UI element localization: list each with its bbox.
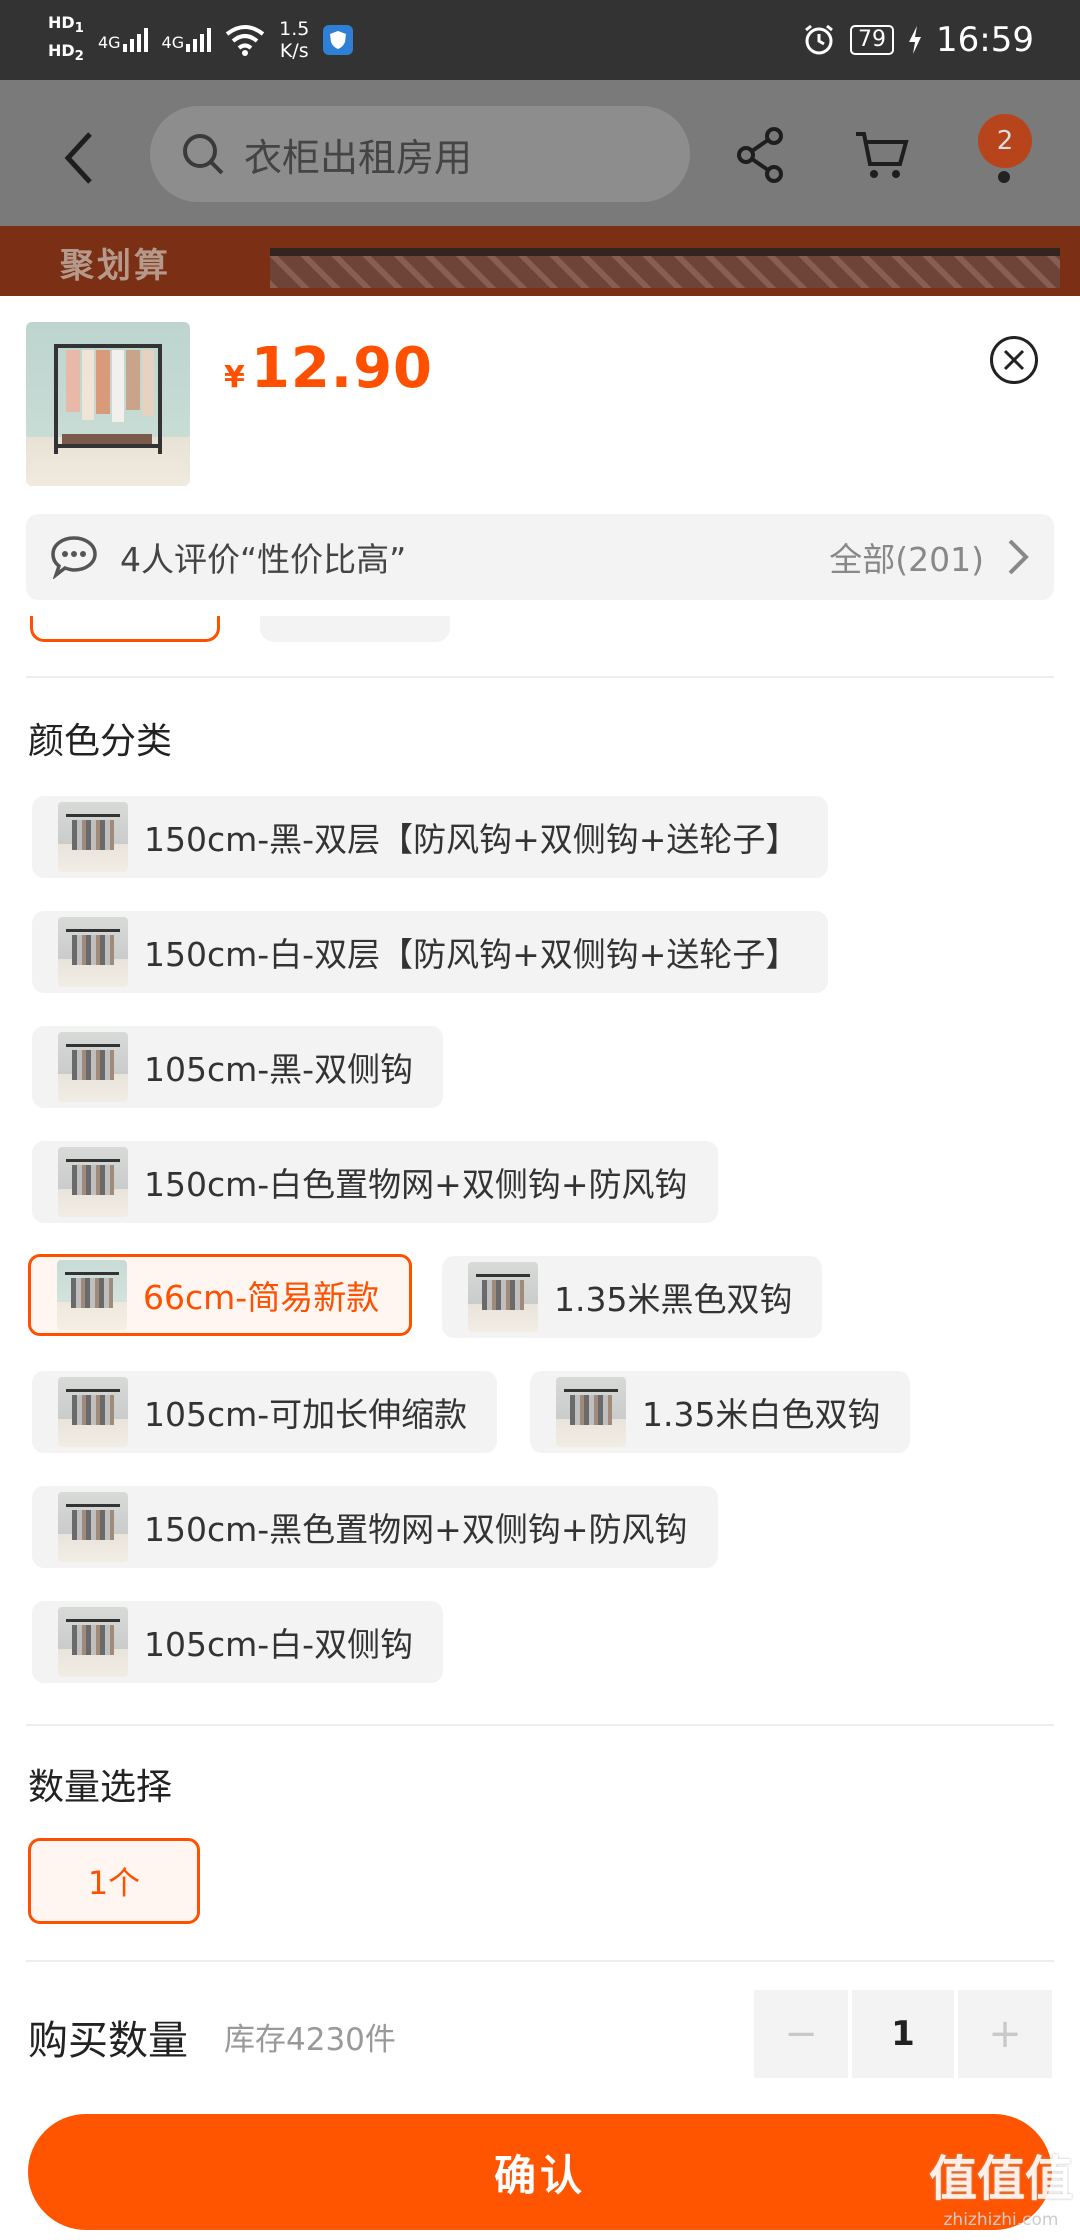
option-label: 105cm-黑-双侧钩 xyxy=(144,1050,414,1089)
color-option[interactable]: 150cm-黑色置物网+双侧钩+防风钩 xyxy=(32,1486,718,1568)
cut-off-option xyxy=(30,616,220,642)
status-bar: HD1 HD2 4G 4G 1.5 K/s 79 16:59 xyxy=(0,0,1080,80)
option-label: 105cm-可加长伸缩款 xyxy=(144,1395,468,1434)
quantity-value[interactable]: 1 xyxy=(852,1990,954,2078)
option-label: 150cm-白色置物网+双侧钩+防风钩 xyxy=(144,1165,688,1204)
option-thumbnail xyxy=(58,1607,128,1677)
review-summary-bar[interactable]: 4人评价“性价比高” 全部(201) xyxy=(26,514,1054,600)
decrement-button[interactable]: − xyxy=(754,1990,848,2078)
hd-indicator: HD1 HD2 xyxy=(48,12,84,65)
divider xyxy=(26,1960,1054,1962)
option-label: 150cm-白-双层【防风钩+双侧钩+送轮子】 xyxy=(144,935,799,974)
watermark-logo: 值值值 xyxy=(928,2151,1073,2207)
battery-icon: 79 xyxy=(850,25,895,55)
divider xyxy=(26,1724,1054,1726)
color-option[interactable]: 105cm-黑-双侧钩 xyxy=(32,1026,444,1108)
network-speed: 1.5 K/s xyxy=(279,18,310,62)
review-all-link[interactable]: 全部(201) xyxy=(829,533,984,581)
confirm-button[interactable]: 确认 xyxy=(28,2114,1052,2230)
option-thumbnail xyxy=(57,1260,127,1330)
color-option[interactable]: 105cm-可加长伸缩款 xyxy=(32,1371,498,1453)
quantity-option-selected[interactable]: 1个 xyxy=(28,1838,200,1924)
option-label: 105cm-白-双侧钩 xyxy=(144,1625,414,1664)
shield-icon xyxy=(323,25,354,55)
alarm-icon xyxy=(805,24,833,55)
comment-icon xyxy=(51,536,97,579)
divider xyxy=(26,676,1054,678)
increment-button[interactable]: + xyxy=(958,1990,1052,2078)
option-label: 1.35米白色双钩 xyxy=(642,1395,881,1434)
cart-icon[interactable] xyxy=(854,126,910,182)
chevron-right-icon xyxy=(1008,539,1029,575)
search-icon xyxy=(183,134,224,175)
share-icon[interactable] xyxy=(736,126,786,184)
watermark-url: zhizhizhi.com xyxy=(943,2210,1059,2230)
buy-quantity-label: 购买数量 xyxy=(28,2018,188,2064)
option-label: 150cm-黑色置物网+双侧钩+防风钩 xyxy=(144,1510,688,1549)
option-label: 66cm-简易新款 xyxy=(143,1278,380,1317)
option-thumbnail xyxy=(58,1147,128,1217)
option-thumbnail xyxy=(58,1377,128,1447)
watermark: 值值值 zhizhizhi.com xyxy=(926,2150,1076,2232)
more-icon[interactable] xyxy=(998,171,1010,183)
option-thumbnail xyxy=(58,1492,128,1562)
option-thumbnail xyxy=(58,917,128,987)
stock-count: 库存4230件 xyxy=(224,2022,396,2058)
option-label: 150cm-黑-双层【防风钩+双侧钩+送轮子】 xyxy=(144,820,799,859)
option-label: 1.35米黑色双钩 xyxy=(554,1280,793,1319)
option-thumbnail xyxy=(556,1377,626,1447)
color-section-title: 颜色分类 xyxy=(28,721,173,762)
option-thumbnail xyxy=(468,1262,538,1332)
color-option[interactable]: 150cm-黑-双层【防风钩+双侧钩+送轮子】 xyxy=(32,796,829,878)
color-option[interactable]: 1.35米黑色双钩 xyxy=(442,1256,823,1338)
banner-text: 聚划算 xyxy=(60,246,171,286)
signal-icon: 4G xyxy=(98,28,148,52)
product-price: ¥ 12.90 xyxy=(224,336,434,401)
color-option[interactable]: 1.35米白色双钩 xyxy=(530,1371,911,1453)
review-text: 4人评价“性价比高” xyxy=(120,540,407,579)
promo-banner: 聚划算 xyxy=(0,226,1080,296)
clock: 16:59 xyxy=(936,20,1034,60)
quantity-stepper: − 1 + xyxy=(754,1990,1052,2078)
signal-icon-2: 4G xyxy=(162,28,212,52)
wifi-icon xyxy=(225,25,265,56)
sku-selector-sheet: ¥ 12.90 4人评价“性价比高” 全部(201) 颜色分类 150cm-黑-… xyxy=(0,296,1080,2240)
product-thumbnail xyxy=(26,322,190,486)
charging-icon xyxy=(909,26,922,54)
message-badge[interactable]: 2 xyxy=(978,114,1032,168)
back-icon[interactable] xyxy=(60,128,100,188)
cut-off-option-2 xyxy=(260,616,450,642)
banner-image xyxy=(270,248,1060,288)
search-placeholder: 衣柜出租房用 xyxy=(244,135,473,180)
search-bar[interactable]: 衣柜出租房用 xyxy=(150,106,690,202)
color-option[interactable]: 105cm-白-双侧钩 xyxy=(32,1601,444,1683)
option-thumbnail xyxy=(58,802,128,872)
color-option[interactable]: 150cm-白-双层【防风钩+双侧钩+送轮子】 xyxy=(32,911,829,993)
color-option[interactable]: 150cm-白色置物网+双侧钩+防风钩 xyxy=(32,1141,718,1223)
product-page-header: 衣柜出租房用 2 聚划算 xyxy=(0,80,1080,296)
option-thumbnail xyxy=(58,1032,128,1102)
quantity-section-title: 数量选择 xyxy=(28,1767,173,1808)
color-option-selected[interactable]: 66cm-简易新款 xyxy=(28,1254,413,1336)
close-icon[interactable] xyxy=(990,336,1038,384)
